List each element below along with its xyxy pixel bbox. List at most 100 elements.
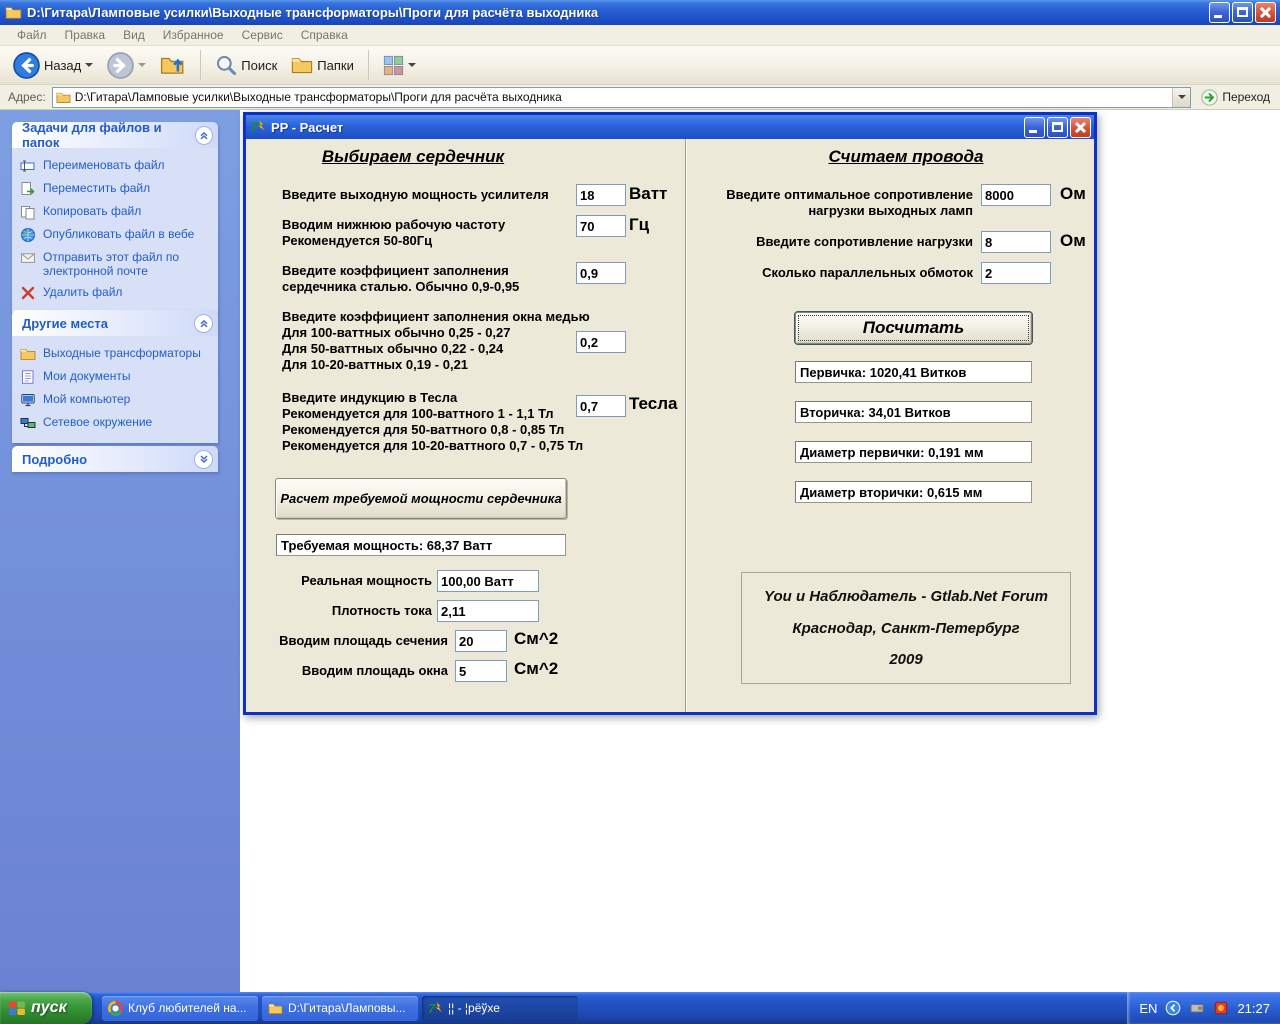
rename-icon	[20, 158, 36, 174]
other-places-header[interactable]: Другие места	[12, 310, 218, 336]
windows-flag-icon	[8, 999, 26, 1017]
load-resistance-input[interactable]	[981, 231, 1051, 253]
load-resistance-label: Введите сопротивление нагрузки	[706, 234, 973, 250]
real-power-input[interactable]	[437, 570, 539, 592]
menu-help[interactable]: Справка	[292, 28, 357, 42]
dialog-close-button[interactable]	[1070, 117, 1091, 138]
go-arrow-icon	[1201, 89, 1218, 106]
menu-file[interactable]: Файл	[8, 28, 56, 42]
sidebar-item-label: Выходные трансформаторы	[43, 346, 201, 360]
menu-favorites[interactable]: Избранное	[154, 28, 233, 42]
file-tasks-title: Задачи для файлов и папок	[22, 120, 195, 150]
ohm-unit: Ом	[1060, 184, 1086, 204]
dialog-minimize-button[interactable]	[1024, 117, 1045, 138]
collapse-button[interactable]	[195, 126, 213, 145]
chevron-up-icon	[197, 128, 211, 142]
up-button[interactable]	[155, 50, 191, 80]
copper-fill-label: Введите коэффициент заполнения окна медь…	[282, 309, 590, 373]
induction-label: Введите индукцию в Тесла Рекомендуется д…	[282, 390, 583, 454]
sidebar-item-move[interactable]: Переместить файл	[20, 181, 214, 197]
secondary-turns-output: Вторичка: 34,01 Витков	[795, 401, 1032, 423]
details-panel: Подробно	[12, 446, 218, 472]
primary-turns-output: Первичка: 1020,41 Витков	[795, 361, 1032, 383]
forward-button[interactable]	[102, 50, 151, 81]
taskbar-task-pp-calc[interactable]: ¦¦ - ¦рёўхе	[422, 996, 578, 1021]
toolbar-separator	[368, 50, 369, 80]
go-label: Переход	[1222, 90, 1270, 104]
taskbar-task-browser[interactable]: Клуб любителей на...	[102, 996, 258, 1021]
output-power-input[interactable]	[576, 184, 626, 206]
sidebar-item-copy[interactable]: Копировать файл	[20, 204, 214, 220]
sidebar-item-my-documents[interactable]: Мои документы	[20, 369, 214, 385]
calc-core-power-button[interactable]: Расчет требуемой мощности сердечника	[275, 478, 567, 519]
window-area-input[interactable]	[455, 660, 507, 682]
app-seven-bolt-icon	[428, 1001, 443, 1016]
menu-edit[interactable]: Правка	[56, 28, 115, 42]
back-label: Назад	[44, 58, 81, 73]
sidebar-item-delete[interactable]: Удалить файл	[20, 285, 214, 301]
maximize-button[interactable]	[1232, 2, 1253, 23]
address-input[interactable]: D:\Гитара\Ламповые усилки\Выходные транс…	[52, 87, 1192, 108]
minimize-button[interactable]	[1209, 2, 1230, 23]
sidebar-item-network[interactable]: Сетевое окружение	[20, 415, 214, 431]
folder-icon	[5, 4, 22, 21]
parallel-windings-input[interactable]	[981, 262, 1051, 284]
views-button[interactable]	[378, 53, 421, 78]
file-tasks-panel: Задачи для файлов и папок Переименовать …	[12, 122, 218, 313]
section-area-input[interactable]	[455, 630, 507, 652]
sidebar-item-my-computer[interactable]: Мой компьютер	[20, 392, 214, 408]
sidebar-item-email[interactable]: Отправить этот файл по электронной почте	[20, 250, 214, 278]
optimal-resistance-label: Введите оптимальное сопротивление нагруз…	[706, 187, 973, 219]
explorer-titlebar: D:\Гитара\Ламповые усилки\Выходные транс…	[0, 0, 1280, 25]
sidebar-item-publish[interactable]: Опубликовать файл в вебе	[20, 227, 214, 243]
file-tasks-header[interactable]: Задачи для файлов и папок	[12, 122, 218, 148]
minimize-icon	[1214, 15, 1222, 18]
calculate-button[interactable]: Посчитать	[795, 312, 1032, 344]
copy-file-icon	[20, 204, 36, 220]
start-button[interactable]: пуск	[0, 992, 92, 1024]
credit-line: 2009	[742, 651, 1070, 668]
folder-icon	[268, 1001, 283, 1016]
sidebar-item-parent-folder[interactable]: Выходные трансформаторы	[20, 346, 214, 362]
tray-device-icon[interactable]	[1189, 1000, 1205, 1016]
expand-button[interactable]	[194, 450, 213, 469]
hide-icons-chevron-icon[interactable]	[1165, 1000, 1181, 1016]
menu-view[interactable]: Вид	[114, 28, 154, 42]
folders-button[interactable]: Папки	[286, 52, 359, 78]
dialog-maximize-button[interactable]	[1047, 117, 1068, 138]
go-button[interactable]: Переход	[1197, 88, 1276, 107]
watt-unit: Ватт	[629, 184, 667, 204]
optimal-resistance-input[interactable]	[981, 184, 1051, 206]
address-dropdown-button[interactable]	[1172, 88, 1190, 107]
desktop: D:\Гитара\Ламповые усилки\Выходные транс…	[0, 0, 1280, 1024]
minimize-icon	[1029, 130, 1037, 133]
taskbar-task-explorer[interactable]: D:\Гитара\Ламповы...	[262, 996, 418, 1021]
sidebar-item-rename[interactable]: Переименовать файл	[20, 158, 214, 174]
sidebar-item-label: Сетевое окружение	[43, 415, 152, 429]
language-indicator[interactable]: EN	[1139, 1001, 1157, 1016]
collapse-button[interactable]	[194, 314, 213, 333]
core-heading: Выбираем сердечник	[268, 147, 558, 167]
current-density-input[interactable]	[437, 600, 539, 622]
close-button[interactable]	[1255, 2, 1276, 23]
copper-fill-input[interactable]	[576, 331, 626, 353]
sidebar-item-label: Опубликовать файл в вебе	[43, 227, 194, 241]
clock[interactable]: 21:27	[1237, 1001, 1270, 1016]
steel-fill-input[interactable]	[576, 262, 626, 284]
induction-input[interactable]	[576, 395, 626, 417]
chrome-icon	[108, 1001, 123, 1016]
menu-tools[interactable]: Сервис	[233, 28, 292, 42]
current-density-label: Плотность тока	[282, 603, 432, 619]
task-pane: Задачи для файлов и папок Переименовать …	[0, 110, 240, 992]
search-button[interactable]: Поиск	[210, 52, 282, 78]
frequency-input[interactable]	[576, 215, 626, 237]
mail-icon	[20, 250, 36, 266]
sidebar-item-label: Удалить файл	[43, 285, 122, 299]
details-header[interactable]: Подробно	[12, 446, 218, 472]
hz-unit: Гц	[629, 215, 649, 235]
tray-antivirus-icon[interactable]	[1213, 1000, 1229, 1016]
back-button[interactable]: Назад	[8, 50, 98, 81]
parallel-windings-label: Сколько параллельных обмоток	[706, 265, 973, 281]
section-area-label: Вводим площадь сечения	[276, 633, 448, 649]
column-divider	[685, 139, 686, 712]
